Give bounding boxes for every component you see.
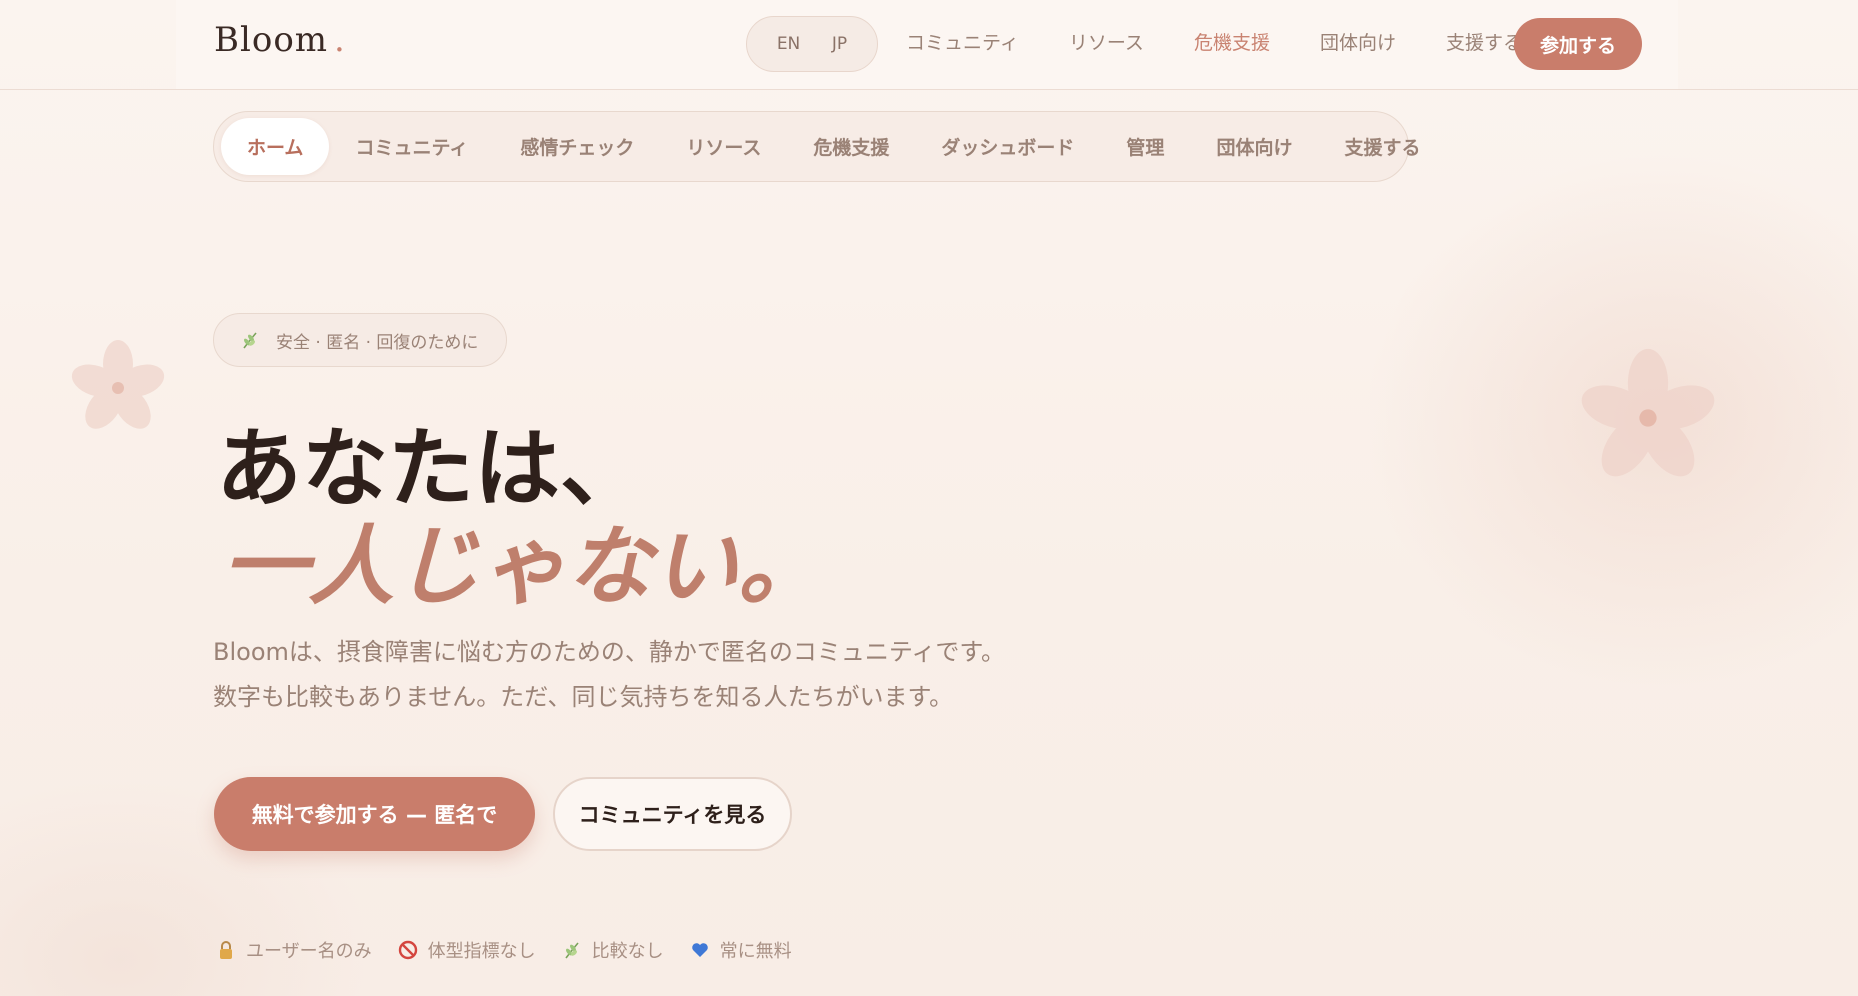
sub-nav-admin[interactable]: 管理	[1100, 118, 1190, 175]
feature-item: 比較なし	[562, 937, 664, 963]
sub-nav-donate[interactable]: 支援する	[1318, 118, 1446, 175]
sub-nav-community[interactable]: コミュニティ	[329, 118, 494, 175]
brand-dot: .	[334, 20, 346, 60]
feature-item: 常に無料	[690, 937, 792, 963]
feature-label: 体型指標なし	[427, 941, 536, 962]
top-nav-organizations[interactable]: 団体向け	[1320, 28, 1396, 55]
flower-decoration-left	[71, 340, 165, 429]
sub-nav-crisis-support[interactable]: 危機支援	[787, 118, 915, 175]
top-nav-donate[interactable]: 支援する	[1446, 28, 1522, 55]
hero-description-line1: Bloomは、摂食障害に悩む方のための、静かで匿名のコミュニティです。	[213, 638, 1006, 666]
hero-title-line2: 一人じゃない。	[222, 516, 824, 617]
feature-label: 常に無料	[719, 941, 792, 962]
view-community-button[interactable]: コミュニティを見る	[553, 777, 792, 851]
hero-description-line2: 数字も比較もありません。ただ、同じ気持ちを知る人たちがいます。	[213, 683, 954, 711]
language-option-en[interactable]: EN	[777, 34, 800, 54]
feature-list: ユーザー名のみ 体型指標なし 比較なし 常に無料	[216, 937, 792, 963]
top-nav-resources[interactable]: リソース	[1069, 28, 1144, 55]
brand-name: Bloom	[214, 20, 329, 60]
top-nav: コミュニティ リソース 危機支援 団体向け 支援する	[906, 28, 1572, 55]
sub-nav-mood-check[interactable]: 感情チェック	[494, 118, 660, 175]
hero-badge-text: 安全 · 匿名 · 回復のために	[276, 332, 479, 353]
lock-icon	[220, 941, 232, 959]
top-nav-crisis-support[interactable]: 危機支援	[1194, 28, 1270, 55]
herb-icon	[243, 332, 257, 349]
language-option-jp[interactable]: JP	[832, 34, 847, 54]
language-toggle: EN JP	[746, 16, 878, 72]
join-free-anonymous-button[interactable]: 無料で参加する — 匿名で	[214, 777, 535, 851]
sub-nav: ホーム コミュニティ 感情チェック リソース 危機支援 ダッシュボード 管理 団…	[213, 111, 1420, 182]
sub-nav-dashboard[interactable]: ダッシュボード	[915, 118, 1100, 175]
brand-logo[interactable]: Bloom.	[214, 20, 346, 60]
herb-icon	[565, 942, 579, 959]
feature-label: 比較なし	[591, 941, 664, 962]
feature-item: ユーザー名のみ	[216, 937, 372, 963]
sub-nav-organizations[interactable]: 団体向け	[1190, 118, 1318, 175]
hero-description: Bloomは、摂食障害に悩む方のための、静かで匿名のコミュニティです。 数字も比…	[213, 630, 1013, 720]
flower-decoration-right	[1581, 348, 1715, 477]
join-button[interactable]: 参加する	[1514, 18, 1642, 70]
hero-badge: 安全 · 匿名 · 回復のために	[213, 313, 507, 367]
sub-nav-home[interactable]: ホーム	[221, 118, 330, 175]
top-nav-community[interactable]: コミュニティ	[906, 28, 1019, 55]
blue-heart-icon	[691, 943, 708, 957]
prohibited-icon	[398, 940, 417, 960]
feature-label: ユーザー名のみ	[246, 941, 372, 962]
feature-item: 体型指標なし	[398, 937, 536, 963]
sub-nav-resources[interactable]: リソース	[660, 118, 787, 175]
